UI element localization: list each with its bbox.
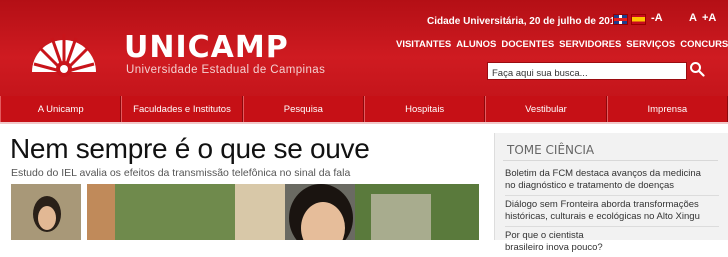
nav-servidores[interactable]: SERVIDORES — [559, 39, 621, 50]
nav-divider — [0, 122, 728, 124]
nav-visitantes[interactable]: VISITANTES — [396, 39, 451, 50]
mainnav-a-unicamp[interactable]: A Unicamp — [0, 96, 122, 122]
brand-tagline: Universidade Estadual de Campinas — [126, 64, 326, 76]
sidebar-item-link[interactable]: Diálogo sem Fronteira aborda transformaç… — [505, 199, 700, 222]
sidebar-item[interactable]: Boletim da FCM destaca avanços da medici… — [505, 165, 719, 196]
tome-ciencia-box: TOME CIÊNCIA Boletim da FCM destaca avan… — [494, 133, 728, 253]
article-headline[interactable]: Nem sempre é o que se ouve — [10, 133, 370, 165]
mainnav-pesquisa[interactable]: Pesquisa — [242, 96, 364, 122]
mainnav-hospitais[interactable]: Hospitais — [363, 96, 486, 122]
english-flag-icon[interactable] — [613, 14, 628, 25]
site-header: UNICAMP Universidade Estadual de Campina… — [0, 0, 728, 96]
sidebar-item[interactable]: Por que o cientista brasileiro inova pou… — [505, 227, 719, 257]
font-reset-button[interactable]: A — [689, 12, 697, 24]
current-date: Cidade Universitária, 20 de julho de 201… — [427, 16, 621, 27]
font-increase-button[interactable]: +A — [702, 12, 716, 24]
nav-alunos[interactable]: ALUNOS — [456, 39, 496, 50]
font-decrease-button[interactable]: -A — [651, 12, 663, 24]
nav-servicos[interactable]: SERVIÇOS — [626, 39, 675, 50]
sidebar-title: TOME CIÊNCIA — [507, 143, 595, 157]
mainnav-imprensa[interactable]: Imprensa — [606, 96, 728, 122]
main-nav: A Unicamp Faculdades e Institutos Pesqui… — [0, 96, 728, 122]
sidebar-separator — [503, 160, 718, 161]
sidebar-item[interactable]: Diálogo sem Fronteira aborda transformaç… — [505, 196, 719, 227]
sidebar-item-link[interactable]: Boletim da FCM destaca avanços da medici… — [505, 168, 701, 191]
article-photo[interactable] — [11, 184, 479, 240]
spanish-flag-icon[interactable] — [631, 14, 646, 25]
search-box — [487, 62, 687, 82]
sidebar-list: Boletim da FCM destaca avanços da medici… — [505, 165, 719, 257]
mainnav-faculdades[interactable]: Faculdades e Institutos — [121, 96, 243, 122]
nav-concursos[interactable]: CONCURSOS — [680, 39, 728, 50]
unicamp-logo-icon[interactable] — [28, 22, 100, 78]
search-input[interactable] — [488, 65, 686, 82]
mainnav-vestibular[interactable]: Vestibular — [485, 96, 607, 122]
article-subhead: Estudo do IEL avalia os efeitos da trans… — [11, 167, 351, 179]
sidebar-item-link[interactable]: Por que o cientista brasileiro inova pou… — [505, 230, 603, 253]
search-icon[interactable] — [689, 61, 705, 77]
nav-docentes[interactable]: DOCENTES — [501, 39, 554, 50]
brand-name[interactable]: UNICAMP — [124, 30, 289, 65]
audience-nav: VISITANTES ALUNOS DOCENTES SERVIDORES SE… — [396, 39, 728, 50]
